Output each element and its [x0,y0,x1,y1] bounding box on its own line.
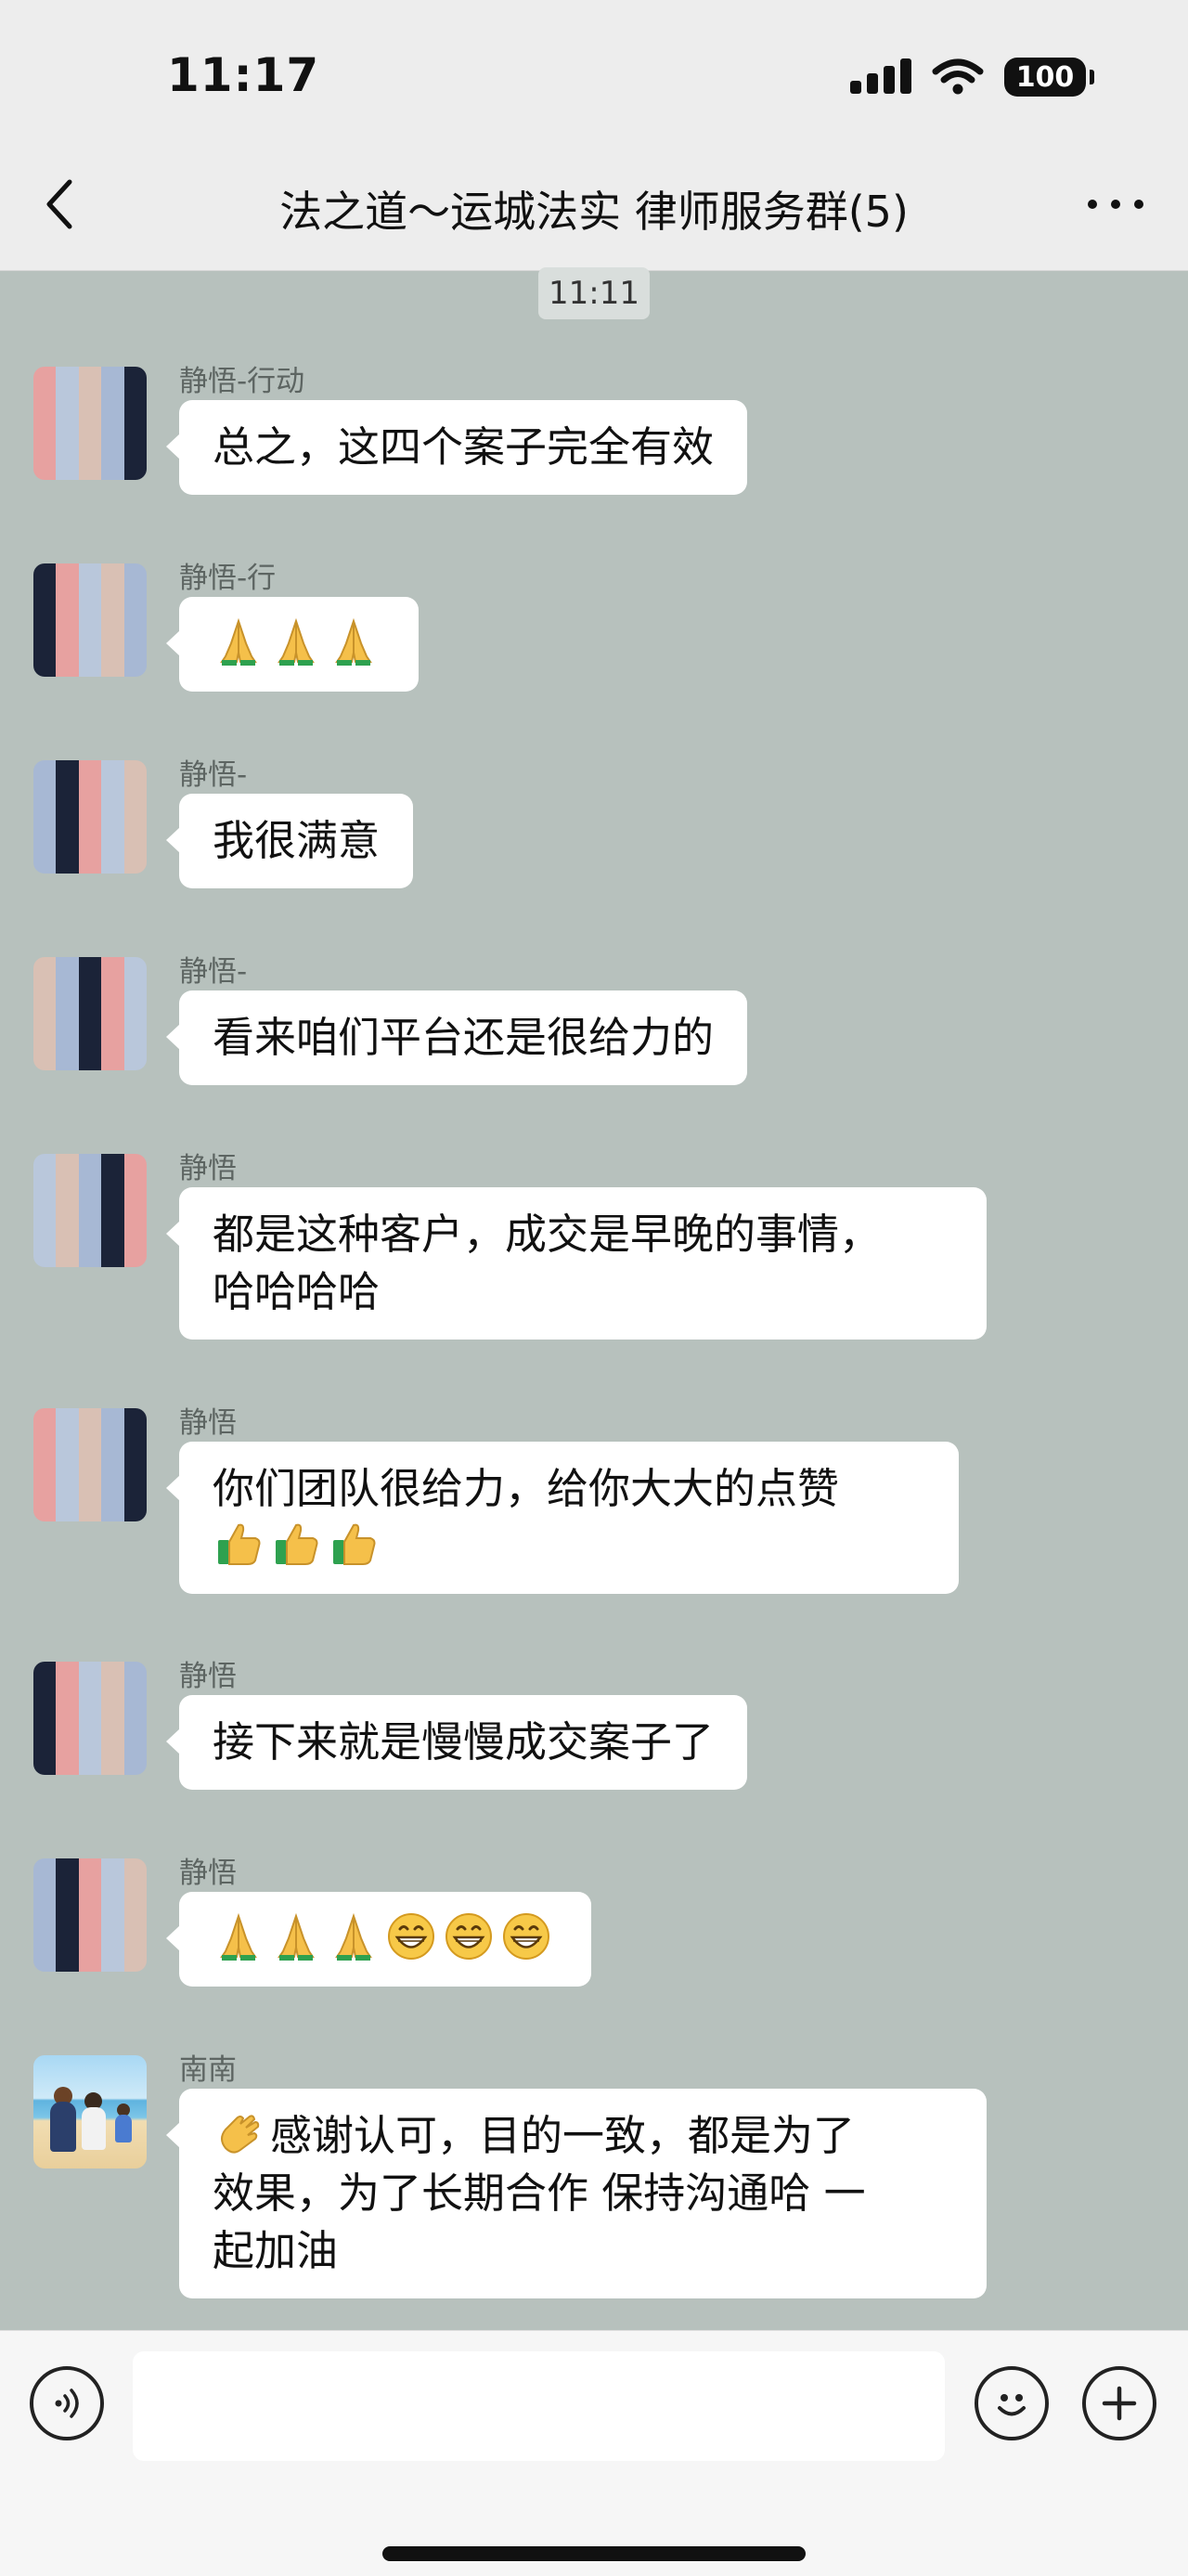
battery-level: 100 [1015,60,1075,94]
avatar[interactable] [33,1858,147,1972]
home-indicator [382,2546,806,2561]
message-bubble[interactable]: 都是这种客户，成交是早晚的事情， 哈哈哈哈 [166,1187,987,1340]
avatar[interactable] [33,367,147,480]
chat-title: 法之道～运城法实 律师服务群(5) [279,187,909,237]
message-bubble[interactable]: 我很满意 [165,794,414,888]
message-text-line: 接下来就是慢慢成交案子了 [213,1714,714,1771]
message-text-line [213,615,385,673]
message-text: 效果，为了长期合作 保持沟通哈 一 [213,2168,866,2218]
message-bubble[interactable]: 看来咱们平台还是很给力的 [165,990,748,1085]
avatar[interactable] [33,563,147,677]
status-icons: 100 [850,58,1094,97]
avatar[interactable] [33,1154,147,1267]
message-input[interactable] [133,2351,945,2461]
sender-name: 南南 [179,2053,237,2087]
sender-name: 静悟 [179,1152,237,1185]
avatar[interactable] [33,1662,147,1775]
sender-name: 静悟- [179,955,248,989]
message-text: 我很满意 [213,816,381,865]
cellular-signal-icon [850,58,911,96]
folded-hands-emoji [270,615,322,667]
grinning-face-emoji [385,1910,437,1962]
avatar[interactable] [33,760,147,874]
folded-hands-emoji [328,1910,380,1962]
voice-icon[interactable] [30,2366,104,2440]
thumbs-up-emoji [213,1518,265,1570]
emoji-line [213,1518,925,1575]
thumbs-up-emoji [328,1518,380,1570]
folded-hands-emoji [213,1910,265,1962]
message-text-line: 效果，为了长期合作 保持沟通哈 一 [213,2165,953,2222]
smiley-icon[interactable] [975,2366,1049,2440]
message-bubble[interactable]: 总之，这四个案子完全有效 [165,400,748,495]
folded-hands-emoji [270,1910,322,1962]
message-bubble[interactable] [166,597,419,692]
battery-icon: 100 [1004,58,1094,97]
plus-icon[interactable] [1082,2366,1156,2440]
chat-screen: 11:17 100 法之道～运城法实 律师服务群(5) 11:11 静悟-行动总… [0,0,1188,2576]
sender-name: 静悟 [179,1857,237,1890]
message-text-line: 总之，这四个案子完全有效 [213,419,714,476]
chevron-left-icon[interactable] [37,176,82,232]
message-bubble[interactable]: 接下来就是慢慢成交案子了 [165,1695,748,1790]
time-divider: 11:11 [538,267,650,319]
avatar[interactable] [33,957,147,1070]
sender-name: 静悟-行 [179,562,277,595]
grinning-face-emoji [500,1910,552,1962]
thumbs-up-emoji [270,1518,322,1570]
message-text: 看来咱们平台还是很给力的 [213,1013,715,1062]
message-text: 总之，这四个案子完全有效 [213,422,715,472]
message-text-line: 起加油 [213,2222,953,2280]
top-bar: 11:17 100 法之道～运城法实 律师服务群(5) [0,0,1188,271]
avatar[interactable] [33,2055,147,2168]
message-text-line: 我很满意 [213,812,380,870]
sender-name: 静悟 [179,1406,237,1440]
message-text-line: 都是这种客户，成交是早晚的事情， [213,1206,953,1263]
message-text: 感谢认可，目的一致，都是为了 [270,2111,856,2160]
sender-name: 静悟-行动 [179,365,305,398]
message-text-line: 你们团队很给力，给你大大的点赞 [213,1460,925,1518]
message-text-line: 看来咱们平台还是很给力的 [213,1009,714,1067]
folded-hands-emoji [213,615,265,667]
message-text: 你们团队很给力，给你大大的点赞 [213,1464,840,1513]
message-text: 哈哈哈哈 [213,1267,381,1316]
input-bar [0,2330,1188,2576]
message-text-line: 感谢认可，目的一致，都是为了 [213,2107,953,2165]
message-bubble[interactable]: 你们团队很给力，给你大大的点赞 [166,1442,959,1594]
message-text-line [213,1910,558,1968]
folded-hands-emoji [328,615,380,667]
avatar[interactable] [33,1408,147,1521]
sender-name: 静悟 [179,1660,237,1693]
waving-hand-emoji [213,2107,265,2159]
message-text: 接下来就是慢慢成交案子了 [213,1717,715,1767]
status-time: 11:17 [167,48,320,102]
grinning-face-emoji [443,1910,495,1962]
message-text: 都是这种客户，成交是早晚的事情， [213,1210,882,1259]
message-text: 起加油 [213,2226,339,2275]
message-text-line: 哈哈哈哈 [213,1263,953,1321]
wifi-icon [932,58,984,95]
message-bubble[interactable] [166,1892,591,1987]
message-bubble[interactable]: 感谢认可，目的一致，都是为了效果，为了长期合作 保持沟通哈 一起加油 [166,2089,987,2298]
sender-name: 静悟- [179,758,248,792]
more-dots-icon[interactable] [1088,186,1143,223]
